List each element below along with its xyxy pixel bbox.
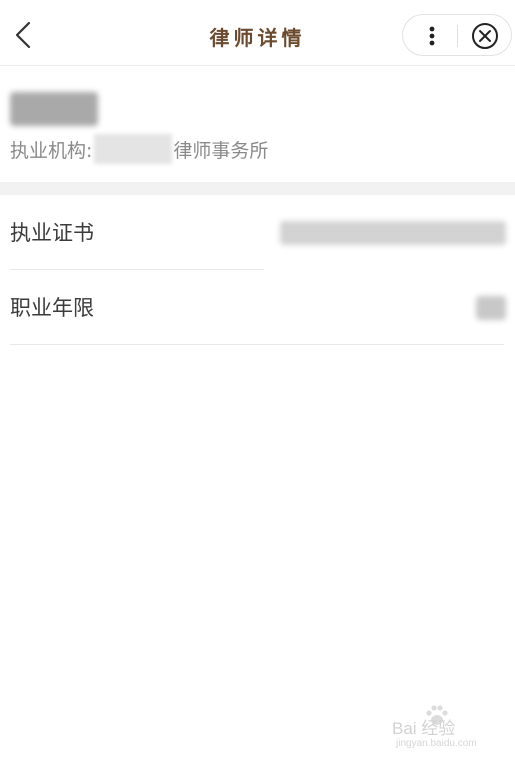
close-button[interactable] [469,20,501,52]
mini-program-capsule [402,14,512,56]
watermark-url: jingyan.baidu.com [396,738,477,749]
lawyer-name-redacted [10,92,98,126]
row-separator [10,344,504,345]
more-vertical-icon [429,26,435,46]
detail-row-years: 职业年限 [0,270,515,345]
certificate-value-redacted [280,221,506,245]
watermark-text: Bai 经验 [392,719,456,738]
org-suffix: 律师事务所 [173,139,269,162]
practice-organization: 执业机构: 律师事务所 [10,134,269,164]
org-label: 执业机构: [10,139,93,162]
detail-row-certificate: 执业证书 [0,195,515,270]
watermark: Bai 经验 jingyan.baidu.com [392,705,492,754]
close-circle-icon [472,23,498,49]
navigation-bar: 律师详情 [0,0,515,66]
capsule-divider [457,25,458,47]
certificate-label: 执业证书 [10,221,94,245]
section-divider [0,182,515,195]
detail-list: 执业证书 职业年限 [0,195,515,345]
lawyer-profile: 执业机构: 律师事务所 [0,66,515,182]
years-value-redacted [476,296,506,320]
more-button[interactable] [415,19,449,53]
org-name-redacted [94,134,173,164]
years-label: 职业年限 [10,296,94,320]
